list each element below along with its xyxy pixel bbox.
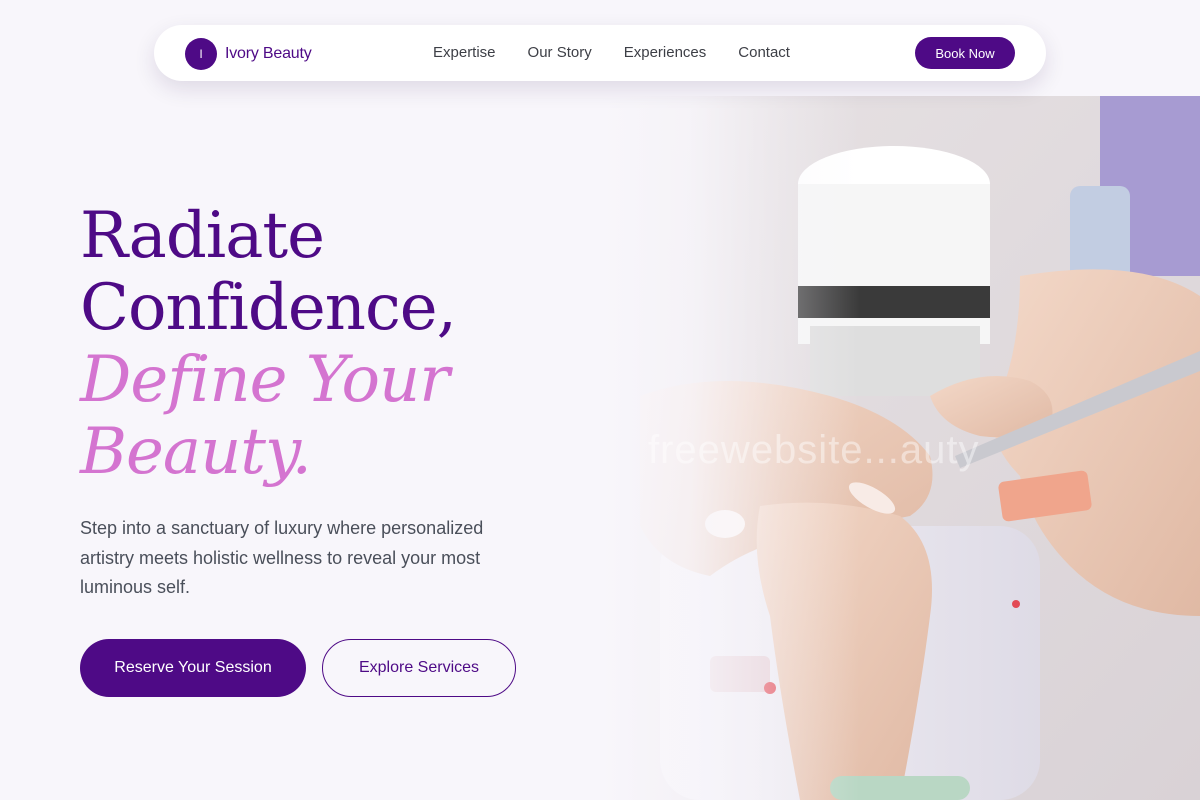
nav-link-contact[interactable]: Contact (738, 44, 790, 61)
image-watermark: freewebsite...auty (648, 428, 980, 472)
hero-headline: Radiate Confidence, Define Your Beauty. (80, 200, 600, 488)
headline-line-2: Confidence, (80, 271, 457, 345)
headline-line-1: Radiate (80, 199, 325, 273)
nav-links: Expertise Our Story Experiences Contact (433, 44, 790, 61)
headline-accent-line-2: Beauty. (80, 415, 312, 489)
book-now-button[interactable]: Book Now (915, 37, 1015, 69)
brand-name: Ivory Beauty (225, 45, 312, 62)
brand-logo[interactable]: I Ivory Beauty (185, 38, 312, 70)
logo-mark-icon: I (185, 38, 217, 70)
reserve-session-button[interactable]: Reserve Your Session (80, 639, 306, 697)
hero-section: Radiate Confidence, Define Your Beauty. … (80, 200, 600, 603)
nav-link-experiences[interactable]: Experiences (624, 44, 707, 61)
nav-link-our-story[interactable]: Our Story (528, 44, 592, 61)
hero-subtext: Step into a sanctuary of luxury where pe… (80, 518, 484, 597)
hero-cta-row: Reserve Your Session Explore Services (80, 639, 516, 697)
headline-accent-line-1: Define Your (80, 343, 450, 417)
top-navbar: I Ivory Beauty Expertise Our Story Exper… (154, 25, 1046, 81)
explore-services-button[interactable]: Explore Services (322, 639, 516, 697)
nav-link-expertise[interactable]: Expertise (433, 44, 496, 61)
